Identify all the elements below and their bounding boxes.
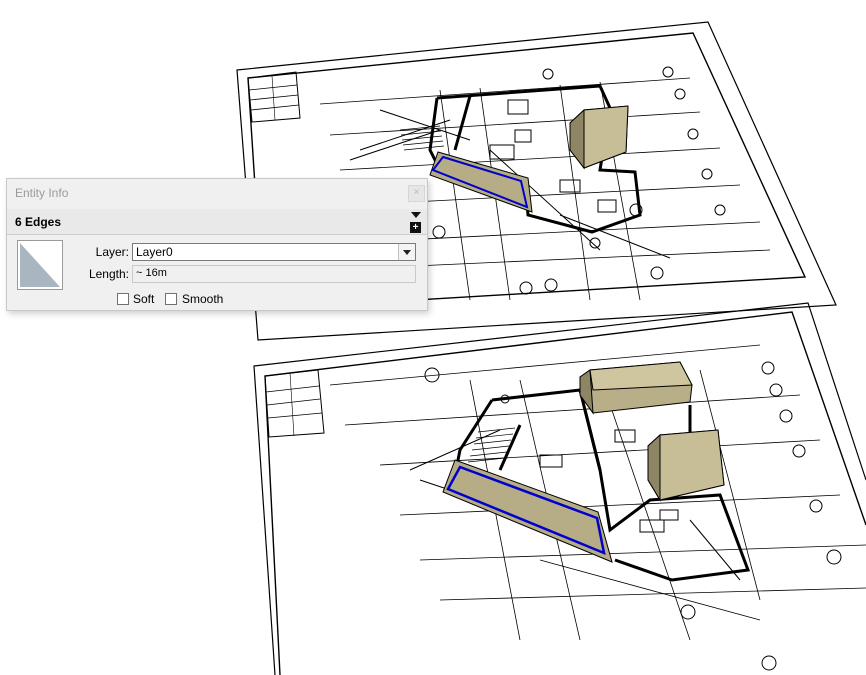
upper-selected-face[interactable] bbox=[429, 151, 533, 213]
lower-selected-face[interactable] bbox=[442, 459, 613, 563]
dropdown-arrow-icon[interactable] bbox=[398, 244, 415, 260]
smooth-checkbox[interactable] bbox=[165, 293, 177, 305]
layer-value: Layer0 bbox=[136, 245, 173, 259]
model-viewport[interactable] bbox=[0, 0, 866, 675]
entity-info-panel: Entity Info × 6 Edges + Layer: Layer0 Le… bbox=[6, 178, 428, 311]
close-button[interactable]: × bbox=[408, 185, 425, 202]
expand-plus-icon[interactable]: + bbox=[410, 222, 421, 233]
material-swatch[interactable] bbox=[17, 240, 63, 290]
length-label: Length: bbox=[88, 267, 129, 281]
selection-summary: 6 Edges bbox=[15, 215, 62, 229]
upper-volume[interactable] bbox=[569, 105, 629, 170]
length-value: ~ 16m bbox=[136, 267, 167, 279]
layer-dropdown[interactable]: Layer0 bbox=[132, 243, 416, 261]
panel-titlebar[interactable]: Entity Info × bbox=[7, 179, 427, 207]
lower-plan-sheet[interactable] bbox=[253, 302, 866, 675]
layer-label: Layer: bbox=[95, 245, 129, 259]
panel-title: Entity Info bbox=[15, 186, 69, 200]
lower-volume-right[interactable] bbox=[647, 429, 725, 502]
selection-header: 6 Edges + bbox=[7, 209, 427, 235]
expand-toggle[interactable]: + bbox=[410, 211, 422, 233]
soft-label: Soft bbox=[133, 292, 155, 306]
length-field: ~ 16m bbox=[132, 265, 416, 283]
lower-volume-top[interactable] bbox=[579, 361, 693, 415]
collapse-arrow-icon[interactable] bbox=[410, 211, 422, 220]
smooth-label: Smooth bbox=[182, 292, 224, 306]
soft-checkbox[interactable] bbox=[117, 293, 129, 305]
